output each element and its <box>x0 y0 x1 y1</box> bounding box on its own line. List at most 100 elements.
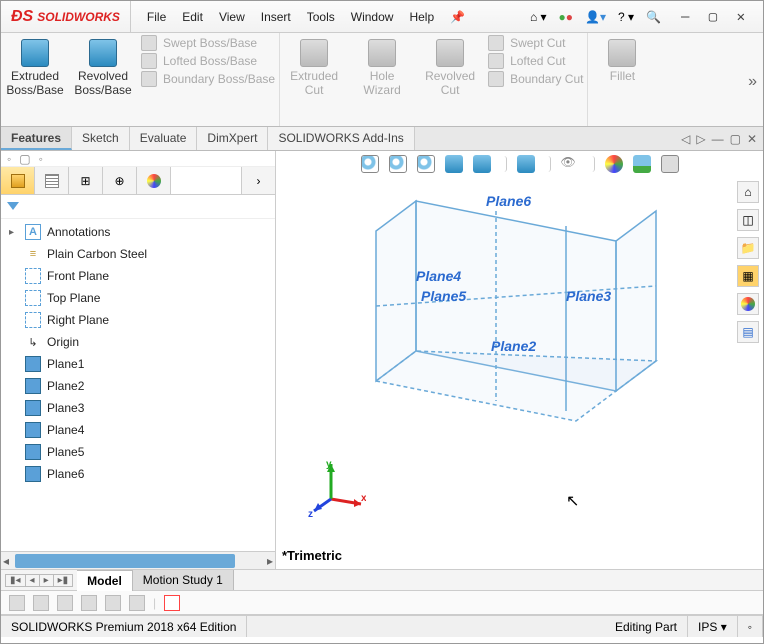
home-icon[interactable]: ⌂ ▾ <box>530 10 547 24</box>
tab-dimxpert[interactable]: DimXpert <box>197 127 268 150</box>
prev-icon[interactable]: ◁ <box>681 132 690 146</box>
help-icon[interactable]: ? ▾ <box>618 10 634 24</box>
minimize-button[interactable]: — <box>673 5 697 29</box>
label: Lofted Cut <box>510 54 565 68</box>
ribbon-overflow-icon[interactable]: » <box>748 73 757 91</box>
lofted-boss-button[interactable]: Lofted Boss/Base <box>141 53 275 69</box>
graphics-viewport[interactable]: 👁 Plane6 Plane4 Plane5 Plane3 Plane2 <box>276 151 763 569</box>
property-tab[interactable] <box>35 167 69 194</box>
tree-item[interactable]: ▸AAnnotations <box>1 221 275 243</box>
tab-sketch[interactable]: Sketch <box>72 127 130 150</box>
tree-item[interactable]: Plane1 <box>1 353 275 375</box>
tree-item[interactable]: ↳Origin <box>1 331 275 353</box>
user-icon[interactable]: 👤▾ <box>585 10 606 24</box>
line-icon[interactable] <box>57 595 73 611</box>
menu-window[interactable]: Window <box>343 4 402 30</box>
revolved-cut-button[interactable]: Revolved Cut <box>418 37 482 99</box>
target-icon: ⊕ <box>114 174 124 188</box>
status-extra[interactable]: ◦ <box>738 616 763 637</box>
next-icon[interactable]: ▷ <box>696 132 705 146</box>
tree-icon: ⊞ <box>80 174 90 188</box>
origin-icon[interactable] <box>164 595 180 611</box>
tree-item[interactable]: Front Plane <box>1 265 275 287</box>
panel-expand[interactable]: › <box>241 167 275 194</box>
nav-first-icon[interactable]: ▮◂ <box>6 575 26 586</box>
motion-study-tab[interactable]: Motion Study 1 <box>133 570 234 590</box>
maximize-button[interactable]: ▢ <box>701 5 725 29</box>
userplane-icon <box>25 378 41 394</box>
tab-features[interactable]: Features <box>1 127 72 150</box>
label: Cut <box>441 83 460 97</box>
status-icon[interactable]: ●● <box>559 10 574 24</box>
taskpane-view-icon[interactable]: ▦ <box>737 265 759 287</box>
units-label[interactable]: IPS ▾ <box>688 616 738 637</box>
tab-addins[interactable]: SOLIDWORKS Add-Ins <box>268 127 414 150</box>
nav-last-icon[interactable]: ▸▮ <box>54 575 73 586</box>
menu-help[interactable]: Help <box>401 4 442 30</box>
nav-prev-icon[interactable]: ◂ <box>26 575 40 586</box>
label: Cut <box>305 83 324 97</box>
tree-item[interactable]: Plane5 <box>1 441 275 463</box>
label: Swept Boss/Base <box>163 36 257 50</box>
measure-icon[interactable] <box>33 595 49 611</box>
minimize-doc-icon[interactable]: — <box>712 132 724 146</box>
view-label: *Trimetric <box>282 548 342 563</box>
close-doc-icon[interactable]: ✕ <box>747 132 757 146</box>
boundary-cut-button[interactable]: Boundary Cut <box>488 71 583 87</box>
tree-item-label: Plane2 <box>47 379 84 393</box>
restore-doc-icon[interactable]: ▢ <box>730 132 741 146</box>
box-icon[interactable]: ▢ <box>19 152 30 166</box>
model-tab[interactable]: Model <box>77 570 133 591</box>
feature-tree-tab[interactable] <box>1 167 35 194</box>
appearance-icon <box>147 174 161 188</box>
tree-filter[interactable] <box>1 195 275 219</box>
tree-item[interactable]: Plane3 <box>1 397 275 419</box>
menu-edit[interactable]: Edit <box>174 4 211 30</box>
panel-hscroll[interactable]: ◂▸ <box>1 551 275 569</box>
menu-file[interactable]: File <box>139 4 174 30</box>
close-button[interactable]: ✕ <box>729 5 753 29</box>
tree-item[interactable]: ≡Plain Carbon Steel <box>1 243 275 265</box>
main-menu: File Edit View Insert Tools Window Help … <box>139 4 473 30</box>
tree-item[interactable]: Plane6 <box>1 463 275 485</box>
taskpane-library-icon[interactable]: ◫ <box>737 209 759 231</box>
view-icon[interactable] <box>129 595 145 611</box>
dimxpert-tab[interactable]: ⊕ <box>103 167 137 194</box>
hole-wizard-button[interactable]: Hole Wizard <box>350 37 414 99</box>
grid-icon[interactable] <box>81 595 97 611</box>
pattern-icon[interactable] <box>105 595 121 611</box>
display-tab[interactable] <box>137 167 171 194</box>
taskpane-appearance-icon[interactable] <box>737 293 759 315</box>
fillet-button[interactable]: Fillet <box>590 37 654 85</box>
taskpane-explorer-icon[interactable]: 📁 <box>737 237 759 259</box>
dot-icon[interactable]: ◦ <box>39 152 43 166</box>
tree-item[interactable]: Plane2 <box>1 375 275 397</box>
swept-boss-button[interactable]: Swept Boss/Base <box>141 35 275 51</box>
tree-item-label: Plane1 <box>47 357 84 371</box>
feature-tree[interactable]: ▸AAnnotations≡Plain Carbon SteelFront Pl… <box>1 219 275 551</box>
orig-icon: ↳ <box>25 334 41 350</box>
tab-evaluate[interactable]: Evaluate <box>130 127 198 150</box>
taskpane-properties-icon[interactable]: ▤ <box>737 321 759 343</box>
taskpane-home-icon[interactable]: ⌂ <box>737 181 759 203</box>
menu-view[interactable]: View <box>211 4 253 30</box>
revolved-boss-button[interactable]: Revolved Boss/Base <box>71 37 135 99</box>
dot-icon[interactable]: ◦ <box>7 152 11 166</box>
menu-tools[interactable]: Tools <box>299 4 343 30</box>
tree-item[interactable]: Plane4 <box>1 419 275 441</box>
select-icon[interactable] <box>9 595 25 611</box>
extruded-cut-icon <box>300 39 328 67</box>
scroll-thumb[interactable] <box>15 554 235 568</box>
swept-cut-button[interactable]: Swept Cut <box>488 35 583 51</box>
pin-icon[interactable]: 📌 <box>442 4 473 30</box>
search-icon[interactable]: 🔍 <box>646 10 661 24</box>
nav-next-icon[interactable]: ▸ <box>40 575 54 586</box>
extruded-cut-button[interactable]: Extruded Cut <box>282 37 346 99</box>
menu-insert[interactable]: Insert <box>253 4 299 30</box>
tree-item[interactable]: Top Plane <box>1 287 275 309</box>
config-tab[interactable]: ⊞ <box>69 167 103 194</box>
tree-item[interactable]: Right Plane <box>1 309 275 331</box>
lofted-cut-button[interactable]: Lofted Cut <box>488 53 583 69</box>
extruded-boss-button[interactable]: Extruded Boss/Base <box>3 37 67 99</box>
boundary-boss-button[interactable]: Boundary Boss/Base <box>141 71 275 87</box>
